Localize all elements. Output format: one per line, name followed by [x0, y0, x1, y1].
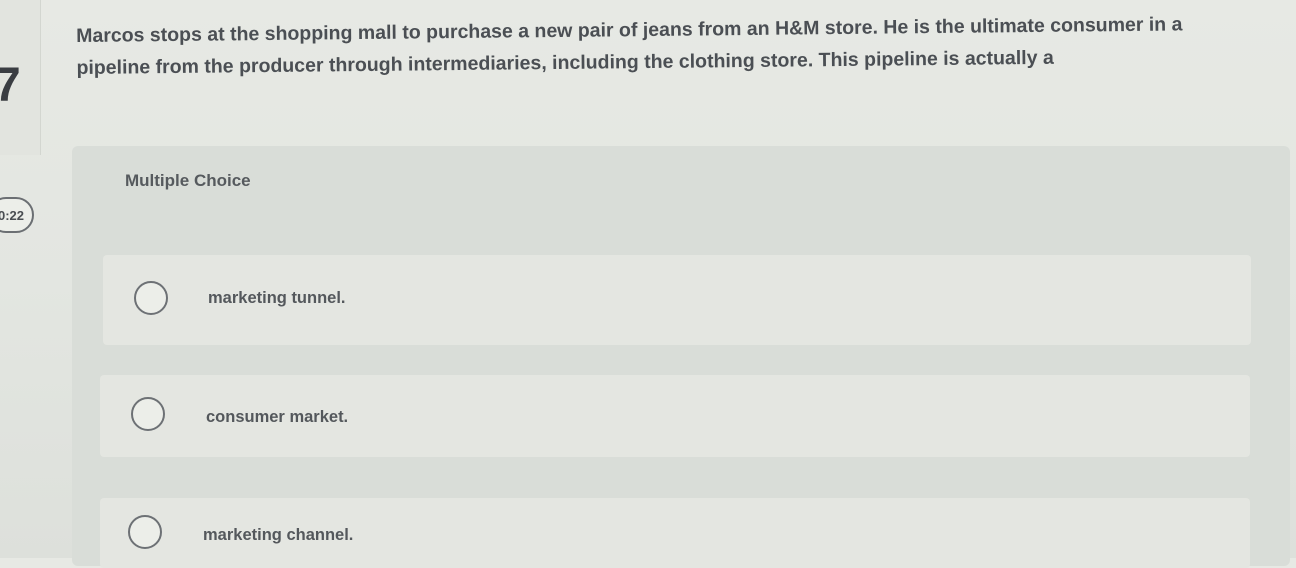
radio-circle-icon[interactable]	[128, 515, 162, 549]
answer-option-label: marketing channel.	[203, 526, 354, 544]
answer-option-label: marketing tunnel.	[208, 289, 346, 307]
answer-option-2[interactable]: consumer market.	[100, 375, 1250, 457]
radio-circle-icon[interactable]	[131, 397, 165, 431]
radio-circle-icon[interactable]	[134, 281, 168, 315]
answer-option-label: consumer market.	[206, 408, 349, 426]
question-text: Marcos stops at the shopping mall to pur…	[76, 13, 1183, 79]
question-number: 7	[0, 59, 21, 112]
timer-badge: 0:22	[0, 197, 34, 233]
answer-option-1[interactable]: marketing tunnel.	[103, 255, 1251, 345]
multiple-choice-heading: Multiple Choice	[125, 171, 251, 190]
